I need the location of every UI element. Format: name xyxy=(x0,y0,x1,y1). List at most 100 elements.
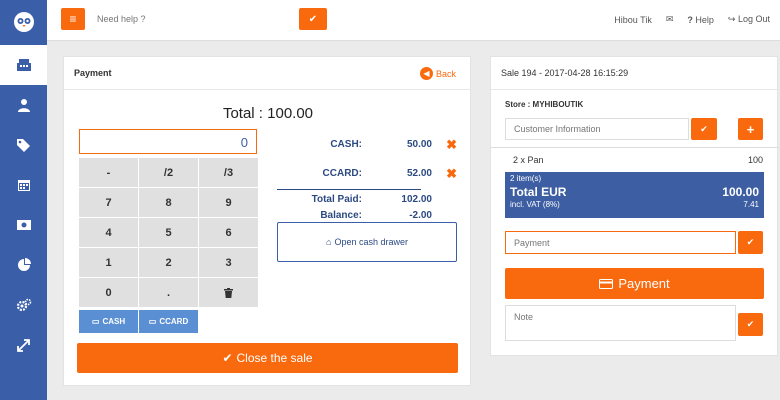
item-count: 2 item(s) xyxy=(510,174,542,183)
balance-value: -2.00 xyxy=(409,209,432,221)
open-cash-drawer-button[interactable]: ⌂ Open cash drawer xyxy=(277,222,457,262)
question-icon: ? xyxy=(687,14,693,25)
key-third[interactable]: /3 xyxy=(199,158,258,187)
back-button[interactable]: ◀ Back xyxy=(419,67,456,80)
key-minus[interactable]: - xyxy=(79,158,138,187)
envelope-icon[interactable]: ✉ xyxy=(666,14,674,25)
credit-card-icon: ▭ xyxy=(91,317,100,326)
user-name[interactable]: Hibou Tik xyxy=(614,15,652,25)
sale-panel-header: Sale 194 - 2017-04-28 16:15:29 xyxy=(491,57,777,90)
sidebar xyxy=(0,0,47,400)
list-item[interactable]: 2 x Pan 100 xyxy=(513,155,763,165)
payment-confirm-button[interactable]: ✔ xyxy=(738,231,763,254)
add-customer-button[interactable]: + xyxy=(738,118,763,140)
total-value: 100.00 xyxy=(722,185,759,199)
payment-row: CASH: 50.00 ✖ xyxy=(277,133,457,156)
key-2[interactable]: 2 xyxy=(139,248,198,277)
check-icon: ✔ xyxy=(746,237,755,247)
payment-panel-title: Payment xyxy=(74,68,112,78)
payment-method: CASH: xyxy=(330,139,362,150)
ccard-payment-button[interactable]: ▭ CCARD xyxy=(139,310,198,333)
item-price: 100 xyxy=(747,155,763,165)
note-input[interactable] xyxy=(505,305,736,341)
balance-row: Balance: -2.00 xyxy=(320,209,432,221)
sidebar-item-settings[interactable] xyxy=(0,285,47,325)
credit-card-icon: ▭ xyxy=(148,317,157,326)
help-link[interactable]: ? Help xyxy=(687,15,714,25)
sale-total: Total : 100.00 xyxy=(222,105,314,122)
owl-logo-icon[interactable] xyxy=(0,0,47,44)
check-icon: ✔ xyxy=(746,319,755,329)
sidebar-item-customers[interactable] xyxy=(0,85,47,125)
key-6[interactable]: 6 xyxy=(199,218,258,247)
key-0[interactable]: 0 xyxy=(79,278,138,307)
hamburger-icon: ≡ xyxy=(69,12,77,26)
inbox-icon: ⌂ xyxy=(326,237,332,247)
expand-icon xyxy=(17,338,30,352)
sale-totals: 2 item(s) Total EUR 100.00 incl. VAT (8%… xyxy=(505,172,764,218)
arrow-left-icon: ◀ xyxy=(419,67,433,80)
check-icon: ✔ xyxy=(308,13,318,25)
divider xyxy=(491,147,779,148)
key-delete[interactable] xyxy=(199,278,258,307)
remove-payment-icon[interactable]: ✖ xyxy=(432,137,457,153)
sale-title: Sale 194 - 2017-04-28 16:15:29 xyxy=(501,68,629,78)
sale-panel: Sale 194 - 2017-04-28 16:15:29 Store : M… xyxy=(490,56,779,356)
item-name: 2 x Pan xyxy=(513,155,544,165)
pie-chart-icon xyxy=(17,258,31,271)
key-3[interactable]: 3 xyxy=(199,248,258,277)
gears-icon xyxy=(16,298,31,312)
user-icon xyxy=(17,99,30,112)
customer-input[interactable] xyxy=(505,118,689,140)
logout-icon: ↪ xyxy=(727,14,736,24)
check-icon: ✔ xyxy=(700,123,708,134)
divider xyxy=(277,189,421,190)
keypad: - /2 /3 7 8 9 4 5 6 1 2 3 0 . ▭ CASH ▭ C… xyxy=(79,158,259,334)
payment-button[interactable]: Payment xyxy=(505,268,764,299)
menu-button[interactable]: ≡ xyxy=(61,8,85,30)
store-name: Store : MYHIBOUTIK xyxy=(505,100,584,109)
key-dot[interactable]: . xyxy=(139,278,198,307)
customer-confirm-button[interactable]: ✔ xyxy=(691,118,717,140)
help-input[interactable] xyxy=(97,8,297,30)
key-1[interactable]: 1 xyxy=(79,248,138,277)
remove-payment-icon[interactable]: ✖ xyxy=(432,166,457,182)
cash-register-icon xyxy=(16,59,31,71)
key-half[interactable]: /2 xyxy=(139,158,198,187)
sidebar-item-products[interactable] xyxy=(0,125,47,165)
note-confirm-button[interactable]: ✔ xyxy=(738,313,763,336)
payment-method: CCARD: xyxy=(322,168,362,179)
total-label: Total EUR xyxy=(510,185,567,199)
cash-payment-button[interactable]: ▭ CASH xyxy=(79,310,138,333)
tags-icon xyxy=(17,139,30,152)
calendar-icon xyxy=(17,180,30,191)
total-paid-row: Total Paid: 102.00 xyxy=(311,193,432,205)
help-submit-button[interactable]: ✔ xyxy=(299,8,327,30)
credit-card-icon xyxy=(599,278,614,289)
payment-amount: 52.00 xyxy=(406,168,432,179)
topbar: ≡ ✔ Hibou Tik ✉ ? Help ↪ Log Out xyxy=(47,0,780,41)
sidebar-item-money[interactable] xyxy=(0,205,47,245)
logout-link[interactable]: ↪ Log Out xyxy=(728,14,770,25)
payment-row: CCARD: 52.00 ✖ xyxy=(277,162,457,185)
close-sale-button[interactable]: ✔ Close the sale xyxy=(77,343,458,373)
plus-icon: + xyxy=(746,121,755,137)
sidebar-item-register[interactable] xyxy=(0,45,47,85)
key-8[interactable]: 8 xyxy=(139,188,198,217)
sidebar-item-calendar[interactable] xyxy=(0,165,47,205)
payment-amount: 50.00 xyxy=(406,139,432,150)
sidebar-item-fullscreen[interactable] xyxy=(0,325,47,365)
sidebar-item-stats[interactable] xyxy=(0,245,47,285)
vat-value: 7.41 xyxy=(743,200,759,209)
payment-panel: Payment ◀ Back Total : 100.00 0 - /2 /3 7… xyxy=(63,56,471,386)
amount-input[interactable]: 0 xyxy=(79,129,257,154)
vat-label: incl. VAT (8%) xyxy=(510,200,560,209)
key-4[interactable]: 4 xyxy=(79,218,138,247)
check-icon: ✔ xyxy=(222,351,233,365)
key-7[interactable]: 7 xyxy=(79,188,138,217)
total-paid-value: 102.00 xyxy=(401,193,432,205)
payment-input[interactable] xyxy=(505,231,736,254)
topbar-right: Hibou Tik ✉ ? Help ↪ Log Out xyxy=(614,14,770,25)
key-9[interactable]: 9 xyxy=(199,188,258,217)
key-5[interactable]: 5 xyxy=(139,218,198,247)
